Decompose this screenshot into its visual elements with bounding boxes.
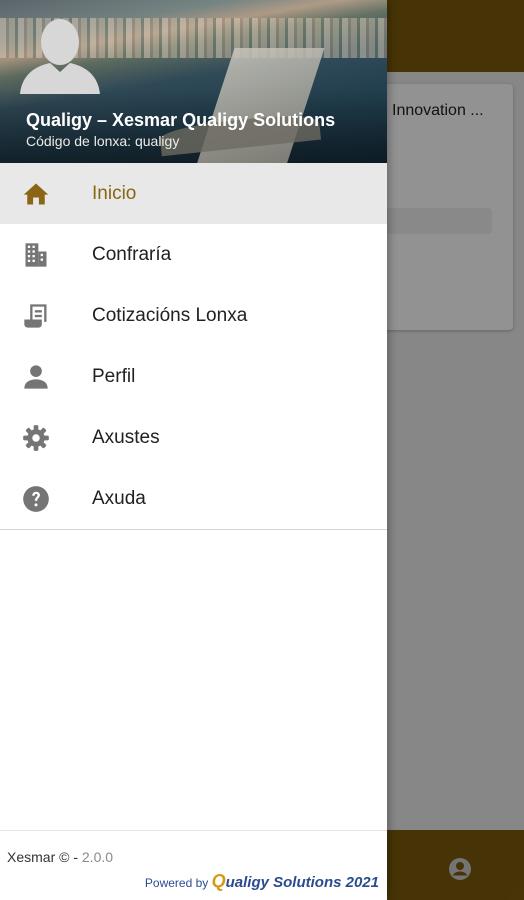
help-icon xyxy=(23,486,49,512)
menu-item-axuda[interactable]: Axuda xyxy=(0,468,387,529)
menu-label-inicio: Inicio xyxy=(92,183,137,204)
version-number: 2.0.0 xyxy=(81,849,114,865)
brand-logo-rest: ualigy Solutions 2021 xyxy=(225,874,379,891)
drawer-footer: Xesmar © - 2.0.0 Powered by Qualigy Solu… xyxy=(0,830,387,900)
menu-label-confraria: Confraría xyxy=(92,244,172,265)
menu-label-cotizacions-lonxa: Cotizacións Lonxa xyxy=(92,305,248,326)
powered-by-credit[interactable]: Powered by Qualigy Solutions 2021 xyxy=(145,871,379,892)
receipt-icon xyxy=(24,304,47,328)
menu-item-inicio[interactable]: Inicio xyxy=(0,163,387,224)
person-icon xyxy=(24,365,48,389)
menu-label-axustes: Axustes xyxy=(92,427,160,448)
drawer-menu: Inicio Confraría Cotizacións Lonxa Perfi… xyxy=(0,163,387,529)
menu-label-axuda: Axuda xyxy=(92,488,146,509)
menu-label-perfil: Perfil xyxy=(92,366,136,387)
menu-item-confraria[interactable]: Confraría xyxy=(0,224,387,285)
powered-by-label: Powered by xyxy=(144,876,212,890)
building-icon xyxy=(25,243,47,267)
drawer-subtitle: Código de lonxa: qualigy xyxy=(26,133,180,149)
menu-item-perfil[interactable]: Perfil xyxy=(0,346,387,407)
menu-divider xyxy=(0,529,387,530)
gear-icon xyxy=(23,425,49,451)
menu-item-axustes[interactable]: Axustes xyxy=(0,407,387,468)
home-icon xyxy=(23,183,49,205)
menu-item-cotizacions-lonxa[interactable]: Cotizacións Lonxa xyxy=(0,285,387,346)
person-avatar-icon[interactable] xyxy=(20,12,100,94)
drawer-title: Qualigy – Xesmar Qualigy Solutions xyxy=(26,110,336,130)
drawer-header: Qualigy – Xesmar Qualigy Solutions Códig… xyxy=(0,0,387,163)
app-name-copyright: Xesmar © - xyxy=(7,849,82,865)
brand-logo-q: Q xyxy=(211,871,226,891)
navigation-drawer: Qualigy – Xesmar Qualigy Solutions Códig… xyxy=(0,0,387,900)
brand-logo-text: Qualigy Solutions 2021 xyxy=(211,871,379,891)
app-version: Xesmar © - 2.0.0 xyxy=(7,849,113,865)
